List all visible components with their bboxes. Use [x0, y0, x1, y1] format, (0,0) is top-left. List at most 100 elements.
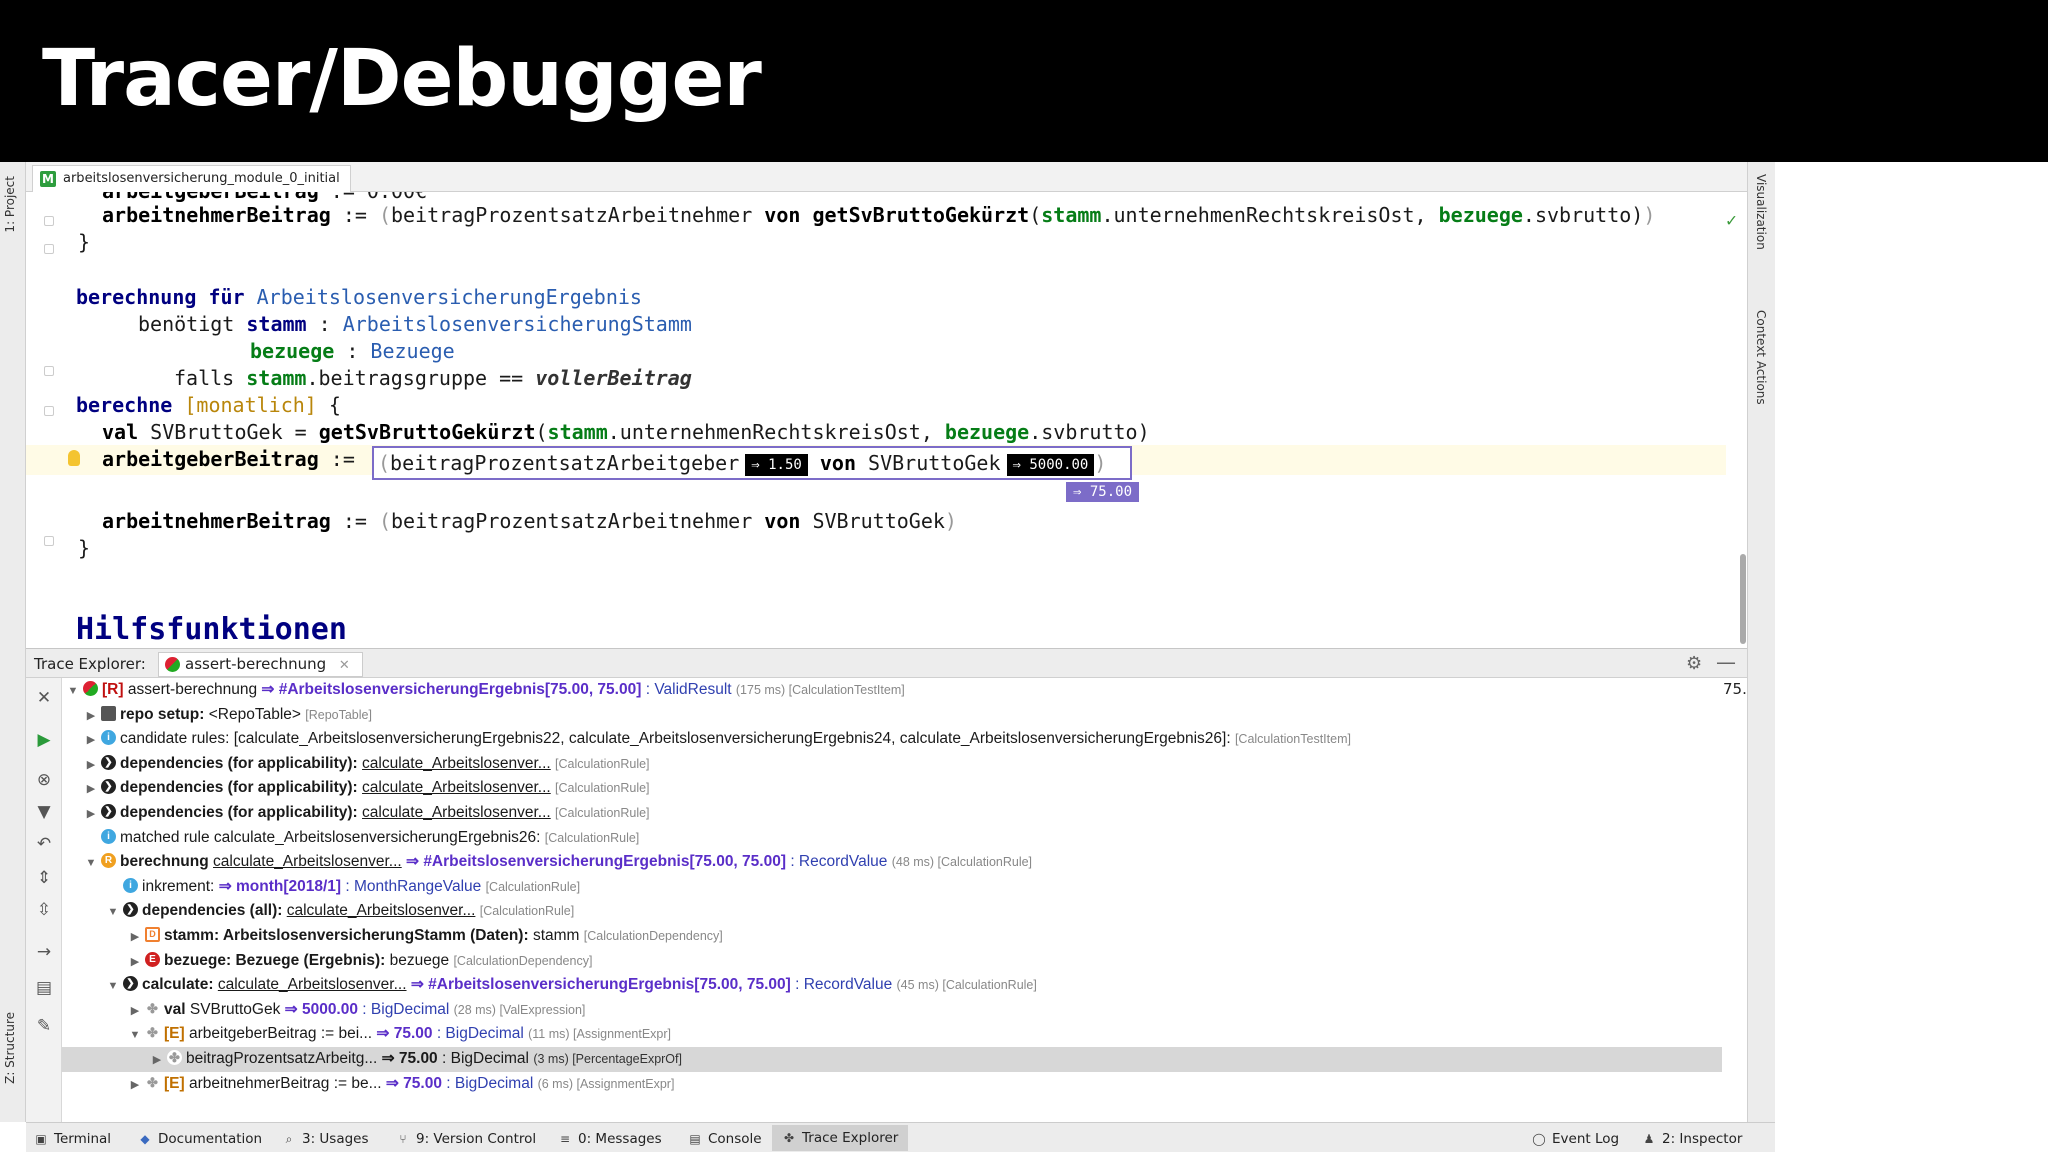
- trace-explorer-button[interactable]: ✤ Trace Explorer: [772, 1125, 909, 1151]
- slide-title-bar: Tracer/Debugger: [0, 0, 2048, 162]
- tree-row[interactable]: ▶ ✤ [E] arbeitnehmerBeitrag := be... ⇒ 75.…: [62, 1072, 1722, 1097]
- tree-row[interactable]: ▶ ✤ val SVBruttoGek ⇒ 5000.00 : BigDecimal…: [62, 998, 1722, 1023]
- collapsed-chevron-icon[interactable]: ▶: [128, 999, 142, 1024]
- fold-marker[interactable]: [44, 244, 54, 254]
- editor-tab-bar: M arbeitslosenversicherung_module_0_init…: [26, 162, 1747, 192]
- inspection-ok-icon: ✓: [1726, 210, 1737, 231]
- module-icon: M: [40, 171, 56, 187]
- collapsed-chevron-icon[interactable]: ▶: [128, 950, 142, 975]
- collapsed-chevron-icon[interactable]: ▶: [84, 777, 98, 802]
- tree-row[interactable]: ▼ ❯ dependencies (all): calculate_Arbeitsl…: [62, 899, 1722, 924]
- edit-icon[interactable]: ✎: [34, 1016, 54, 1036]
- stop-icon[interactable]: ⊗: [34, 770, 54, 790]
- collapsed-chevron-icon[interactable]: ▶: [84, 728, 98, 753]
- fold-marker[interactable]: [44, 406, 54, 416]
- trace-explorer-header: Trace Explorer: assert-berechnung ✕ ⚙ —: [26, 648, 1747, 678]
- tree-row-selected[interactable]: ▶ ✤ beitragProzentsatzArbeitg... ⇒ 75.00 :…: [62, 1047, 1722, 1072]
- messages-button[interactable]: ≡ 0: Messages: [558, 1128, 662, 1150]
- code-line: }: [78, 536, 91, 560]
- tree-row[interactable]: ▼ [R] assert-berechnung ⇒ #Arbeitslosenve…: [62, 678, 1722, 703]
- tree-row[interactable]: ▼ Rberechnung calculate_Arbeitslosenver..…: [62, 850, 1722, 875]
- result-value-badge: ⇒ 75.00: [1066, 482, 1140, 502]
- project-tool-tab[interactable]: 1: Project: [3, 176, 17, 233]
- version-control-button[interactable]: ⑂ 9: Version Control: [396, 1128, 536, 1150]
- console-button[interactable]: ▤ Console: [688, 1128, 761, 1150]
- context-actions-tool-tab[interactable]: Context Actions: [1754, 310, 1768, 405]
- collapsed-chevron-icon[interactable]: ▶: [128, 1073, 142, 1098]
- tree-row[interactable]: ▶ ❯ dependencies (for applicability): calc…: [62, 752, 1722, 777]
- rule-icon: R: [101, 853, 116, 869]
- collapsed-chevron-icon[interactable]: ▶: [84, 704, 98, 729]
- code-line: arbeitnehmerBeitrag := (beitragProzentsa…: [102, 509, 957, 533]
- editor-scrollbar[interactable]: [1740, 554, 1746, 644]
- expanded-chevron-icon[interactable]: ▼: [128, 1023, 142, 1048]
- expanded-chevron-icon[interactable]: ▼: [66, 679, 80, 704]
- documentation-button[interactable]: ◆ Documentation: [138, 1128, 262, 1150]
- expanded-chevron-icon[interactable]: ▼: [84, 851, 98, 876]
- tree-row[interactable]: ▶ i candidate rules: [calculate_Arbeitslos…: [62, 727, 1722, 752]
- trace-value-overlay[interactable]: (beitragProzentsatzArbeitgeber ⇒ 1.50 von…: [372, 446, 1132, 480]
- usages-button[interactable]: ⌕ 3: Usages: [282, 1128, 369, 1150]
- tree-row[interactable]: ▶ Ebezuege: Bezuege (Ergebnis): bezuege […: [62, 949, 1722, 974]
- code-line: arbeitnehmerBeitrag := (beitragProzentsa…: [102, 203, 1656, 227]
- expanded-chevron-icon[interactable]: ▼: [106, 974, 120, 999]
- tree-row[interactable]: ▶ ❯ dependencies (for applicability): calc…: [62, 776, 1722, 801]
- code-line: berechne [monatlich] {: [76, 393, 341, 417]
- code-line: falls stamm.beitragsgruppe == vollerBeit…: [174, 366, 692, 390]
- dependency-icon: ❯: [101, 779, 116, 795]
- expression-icon: ✤: [167, 1049, 182, 1065]
- dependency-icon: ❯: [101, 754, 116, 770]
- trace-tab[interactable]: assert-berechnung ✕: [158, 652, 363, 677]
- tree-row[interactable]: ▶ Dstamm: ArbeitslosenversicherungStamm (…: [62, 924, 1722, 949]
- collapsed-chevron-icon[interactable]: ▶: [150, 1048, 164, 1073]
- fold-marker[interactable]: [44, 216, 54, 226]
- collapsed-chevron-icon[interactable]: ▶: [84, 753, 98, 778]
- event-log-icon: ◯: [1532, 1132, 1546, 1146]
- collapsed-chevron-icon[interactable]: ▶: [84, 802, 98, 827]
- event-log-button[interactable]: ◯ Event Log: [1532, 1128, 1619, 1150]
- fold-marker[interactable]: [44, 366, 54, 376]
- filter-icon[interactable]: ▼: [34, 802, 54, 822]
- result-dependency-icon: E: [145, 951, 160, 967]
- file-tab[interactable]: M arbeitslosenversicherung_module_0_init…: [32, 165, 351, 192]
- minimize-icon[interactable]: —: [1716, 650, 1736, 674]
- expanded-chevron-icon[interactable]: ▼: [106, 900, 120, 925]
- close-icon[interactable]: ✕: [34, 688, 54, 708]
- expression-icon: ✤: [145, 1025, 160, 1041]
- clipboard-icon[interactable]: ▤: [34, 978, 54, 998]
- structure-tool-tab[interactable]: Z: Structure: [3, 1012, 17, 1084]
- result-status-icon: [165, 657, 180, 672]
- navigate-icon[interactable]: →: [34, 942, 54, 962]
- database-icon: [101, 705, 116, 721]
- tree-row[interactable]: ▼ ✤ [E] arbeitgeberBeitrag := bei... ⇒ 75.…: [62, 1022, 1722, 1047]
- collapsed-chevron-icon[interactable]: ▶: [128, 925, 142, 950]
- close-tab-icon[interactable]: ✕: [339, 658, 350, 673]
- tree-row[interactable]: ▼ ❯ calculate: calculate_Arbeitslosenver..…: [62, 973, 1722, 998]
- lightbulb-icon[interactable]: [68, 450, 80, 466]
- tree-row[interactable]: i matched rule calculate_Arbeitslosenvers…: [62, 826, 1722, 851]
- gear-icon[interactable]: ⚙: [1686, 653, 1702, 674]
- tree-row[interactable]: ▶ ❯ dependencies (for applicability): calc…: [62, 801, 1722, 826]
- code-line: val SVBruttoGek = getSvBruttoGekürzt(sta…: [102, 420, 1150, 444]
- search-icon: ⌕: [285, 1132, 293, 1146]
- info-icon: i: [101, 730, 116, 746]
- code-line: berechnung für ArbeitslosenversicherungE…: [76, 285, 642, 309]
- dependency-icon: ❯: [123, 976, 138, 992]
- slide-margin: [1775, 162, 2048, 1152]
- collapse-all-icon[interactable]: ⇳: [34, 900, 54, 920]
- inspector-button[interactable]: ♟ 2: Inspector: [1642, 1128, 1743, 1150]
- tree-row[interactable]: ▶ repo setup: <RepoTable> [RepoTable]: [62, 703, 1722, 728]
- left-tool-strip: 1: Project Z: Structure: [0, 162, 26, 1122]
- run-icon[interactable]: ▶: [34, 730, 54, 750]
- expand-all-icon[interactable]: ⇕: [34, 868, 54, 888]
- slide-title: Tracer/Debugger: [42, 34, 762, 124]
- svbrutto-value-badge: ⇒ 5000.00: [1006, 453, 1095, 476]
- visualization-tool-tab[interactable]: Visualization: [1754, 174, 1768, 250]
- tree-row[interactable]: i inkrement: ⇒ month[2018/1] : MonthRange…: [62, 875, 1722, 900]
- undo-icon[interactable]: ↶: [34, 834, 54, 854]
- code-line: arbeitgeberBeitrag :=: [102, 447, 355, 471]
- terminal-button[interactable]: ▣ Terminal: [34, 1128, 111, 1150]
- terminal-icon: ▣: [35, 1132, 47, 1146]
- code-line: }: [78, 230, 91, 254]
- fold-marker[interactable]: [44, 536, 54, 546]
